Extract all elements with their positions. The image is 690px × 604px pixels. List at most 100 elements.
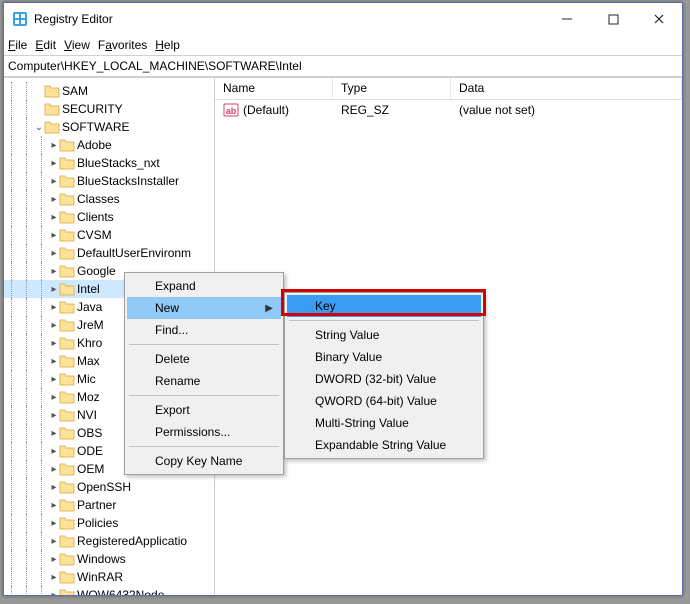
expand-caret-icon[interactable]: ▸ [49, 356, 59, 367]
maximize-button[interactable] [590, 3, 636, 35]
tree-item-label: OBS [77, 426, 102, 440]
tree-item[interactable]: ▸Adobe [4, 136, 214, 154]
expand-caret-icon[interactable]: ▸ [49, 176, 59, 187]
col-data[interactable]: Data [451, 78, 682, 99]
folder-icon [59, 534, 75, 548]
expand-caret-icon[interactable]: ▸ [49, 212, 59, 223]
tree-item[interactable]: ⌄ SOFTWARE [4, 118, 214, 136]
separator [129, 446, 279, 447]
submenu-key[interactable]: Key [287, 295, 481, 317]
tree-item[interactable]: ▸ CVSM [4, 226, 214, 244]
app-icon [12, 11, 28, 27]
col-type[interactable]: Type [333, 78, 451, 99]
window-title: Registry Editor [34, 12, 544, 26]
expand-caret-icon[interactable]: ▸ [49, 302, 59, 313]
expand-caret-icon[interactable]: ▸ [49, 464, 59, 475]
folder-icon [59, 228, 75, 242]
tree-item[interactable]: ▸WOW6432Node [4, 586, 214, 595]
tree-item-label: Clients [77, 210, 114, 224]
expand-caret-icon[interactable]: ⌄ [34, 122, 44, 133]
expand-caret-icon[interactable]: ▸ [49, 320, 59, 331]
value-type: REG_SZ [333, 103, 451, 117]
expand-caret-icon[interactable]: ▸ [49, 248, 59, 259]
value-row[interactable]: ab (Default) REG_SZ (value not set) [215, 100, 682, 120]
tree-item-label: SOFTWARE [62, 120, 130, 134]
ctx-rename[interactable]: Rename [127, 370, 281, 392]
submenu-qword-value[interactable]: QWORD (64-bit) Value [287, 390, 481, 412]
submenu-string-value[interactable]: String Value [287, 324, 481, 346]
close-button[interactable] [636, 3, 682, 35]
tree-item-label: RegisteredApplicatio [77, 534, 187, 548]
submenu-dword-value[interactable]: DWORD (32-bit) Value [287, 368, 481, 390]
tree-item[interactable]: ▸ Partner [4, 496, 214, 514]
ctx-new[interactable]: New▶ [127, 297, 281, 319]
expand-caret-icon[interactable]: ▸ [49, 158, 59, 169]
expand-caret-icon[interactable]: ▸ [49, 230, 59, 241]
menu-help[interactable]: Help [155, 38, 180, 52]
tree-item-label: SAM [62, 84, 88, 98]
expand-caret-icon[interactable]: ▸ [49, 554, 59, 565]
ctx-copy-key-name[interactable]: Copy Key Name [127, 450, 281, 472]
col-name[interactable]: Name [215, 78, 333, 99]
tree-item[interactable]: ▸ Clients [4, 208, 214, 226]
address-bar[interactable]: Computer\HKEY_LOCAL_MACHINE\SOFTWARE\Int… [4, 55, 682, 77]
tree-item-label: CVSM [77, 228, 112, 242]
ctx-export[interactable]: Export [127, 399, 281, 421]
tree-item[interactable]: ▸WinRAR [4, 568, 214, 586]
context-submenu-new[interactable]: Key String Value Binary Value DWORD (32-… [284, 292, 484, 459]
minimize-button[interactable] [544, 3, 590, 35]
ctx-permissions[interactable]: Permissions... [127, 421, 281, 443]
tree-item[interactable]: ▸BlueStacks_nxt [4, 154, 214, 172]
expand-caret-icon[interactable]: ▸ [49, 140, 59, 151]
address-bar-text: Computer\HKEY_LOCAL_MACHINE\SOFTWARE\Int… [8, 59, 302, 73]
folder-icon [59, 138, 75, 152]
value-name: (Default) [243, 103, 289, 117]
tree-item[interactable]: ▸Classes [4, 190, 214, 208]
menu-favorites[interactable]: Favorites [98, 38, 147, 52]
tree-item[interactable]: ▸SAM [4, 82, 214, 100]
expand-caret-icon[interactable]: ▸ [49, 374, 59, 385]
expand-caret-icon[interactable]: ▸ [49, 590, 59, 596]
tree-item[interactable]: ▸SECURITY [4, 100, 214, 118]
expand-caret-icon[interactable]: ▸ [49, 428, 59, 439]
submenu-multi-string-value[interactable]: Multi-String Value [287, 412, 481, 434]
tree-item-label: ODE [77, 444, 103, 458]
menu-view[interactable]: View [64, 38, 90, 52]
tree-item[interactable]: ▸BlueStacksInstaller [4, 172, 214, 190]
expand-caret-icon[interactable]: ▸ [49, 194, 59, 205]
expand-caret-icon[interactable]: ▸ [49, 518, 59, 529]
context-menu[interactable]: Expand New▶ Find... Delete Rename Export… [124, 272, 284, 475]
tree-item-label: Policies [77, 516, 118, 530]
tree-item[interactable]: ▸DefaultUserEnvironm [4, 244, 214, 262]
folder-icon [59, 552, 75, 566]
tree-item[interactable]: ▸OpenSSH [4, 478, 214, 496]
ctx-find[interactable]: Find... [127, 319, 281, 341]
tree-item-label: JreM [77, 318, 104, 332]
ctx-delete[interactable]: Delete [127, 348, 281, 370]
folder-icon [44, 84, 60, 98]
svg-text:ab: ab [226, 106, 237, 116]
expand-caret-icon[interactable]: ▸ [49, 536, 59, 547]
expand-caret-icon[interactable]: ▸ [49, 284, 59, 295]
separator [129, 344, 279, 345]
tree-item[interactable]: ▸ Policies [4, 514, 214, 532]
tree-item[interactable]: ▸ RegisteredApplicatio [4, 532, 214, 550]
menu-file[interactable]: File [8, 38, 27, 52]
ctx-expand[interactable]: Expand [127, 275, 281, 297]
expand-caret-icon[interactable]: ▸ [49, 500, 59, 511]
submenu-binary-value[interactable]: Binary Value [287, 346, 481, 368]
expand-caret-icon[interactable]: ▸ [49, 338, 59, 349]
menu-edit[interactable]: Edit [35, 38, 56, 52]
expand-caret-icon[interactable]: ▸ [49, 446, 59, 457]
submenu-expandable-string-value[interactable]: Expandable String Value [287, 434, 481, 456]
tree-item-label: Partner [77, 498, 116, 512]
expand-caret-icon[interactable]: ▸ [49, 572, 59, 583]
expand-caret-icon[interactable]: ▸ [49, 410, 59, 421]
tree-item[interactable]: ▸Windows [4, 550, 214, 568]
values-header: Name Type Data [215, 78, 682, 100]
folder-icon [59, 516, 75, 530]
expand-caret-icon[interactable]: ▸ [49, 266, 59, 277]
expand-caret-icon[interactable]: ▸ [49, 392, 59, 403]
folder-icon [59, 282, 75, 296]
expand-caret-icon[interactable]: ▸ [49, 482, 59, 493]
